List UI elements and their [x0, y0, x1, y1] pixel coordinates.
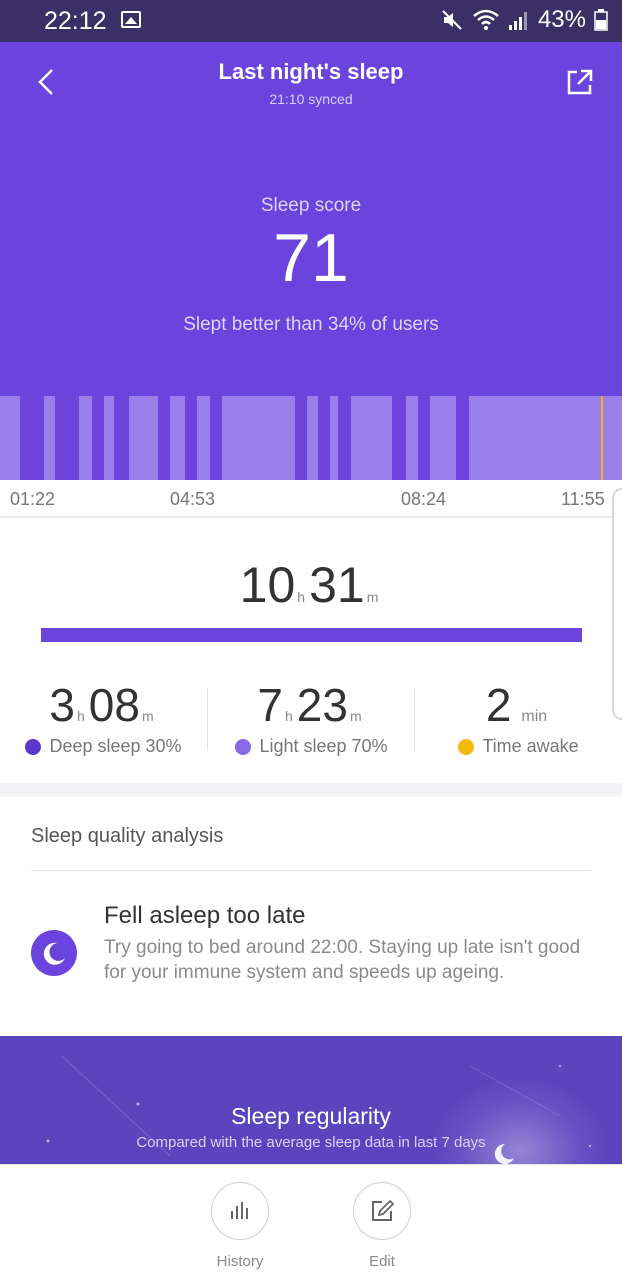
- sleep-score: 71: [273, 220, 349, 296]
- light-sleep-stat: 7 h23 m Light sleep 70%: [208, 678, 415, 757]
- light-sleep-label: Light sleep 70%: [259, 736, 388, 756]
- deep-sleep-segment: [55, 396, 79, 480]
- axis-label: 01:22: [10, 489, 56, 509]
- awake-dot: [458, 738, 475, 755]
- sleep-regularity-banner[interactable]: Sleep regularity Compared with the avera…: [0, 1036, 622, 1166]
- timeline-axis: 01:22 04:53 08:24 11:55: [0, 480, 622, 517]
- deep-sleep-segment: [418, 396, 430, 480]
- minute-unit: m: [366, 589, 379, 605]
- moon-icon: [31, 930, 77, 976]
- total-hours: 10: [239, 557, 296, 613]
- deep-sleep-segment: [392, 396, 406, 480]
- total-sleep-duration: 10 h31 m: [0, 556, 622, 614]
- app-root: 22:12 43% Last night's sleep 21:10 synce…: [0, 0, 622, 1280]
- mute-icon: [442, 10, 462, 30]
- deep-sleep-segment: [114, 396, 129, 480]
- deep-sleep-label: Deep sleep 30%: [49, 736, 182, 756]
- awake-stat: 2 min Time awake: [415, 678, 622, 757]
- awake-value: 2: [485, 679, 512, 731]
- tip-title: Fell asleep too late: [104, 902, 306, 929]
- regularity-subtitle: Compared with the average sleep data in …: [136, 1134, 486, 1151]
- deep-sleep-segment: [295, 396, 307, 480]
- bottom-nav: History Edit: [0, 1164, 622, 1280]
- gallery-notification-icon: [121, 11, 141, 28]
- deep-sleep-segment: [338, 396, 351, 480]
- axis-label: 08:24: [401, 489, 447, 509]
- hour-unit: h: [76, 708, 85, 724]
- status-time: 22:12: [44, 7, 107, 35]
- scroll-indicator[interactable]: [612, 488, 622, 720]
- bar-chart-icon: [231, 1202, 248, 1219]
- sleep-quality-section: Sleep quality analysis Fell asleep too l…: [0, 797, 622, 1036]
- tip-body: Try going to bed around 22:00. Staying u…: [104, 937, 581, 983]
- edit-button[interactable]: Edit: [322, 1182, 442, 1270]
- awake-marker: [601, 396, 603, 480]
- score-label: Sleep score: [260, 195, 362, 216]
- light-minutes: 23: [296, 679, 348, 731]
- light-sleep-dot: [235, 738, 252, 755]
- divider: [31, 870, 591, 871]
- status-bar: 22:12 43%: [0, 0, 622, 42]
- sleep-summary-card: 10 h31 m 3 h08 m Deep sleep 30% 7 h23 m Light …: [0, 518, 622, 783]
- deep-sleep-segment: [20, 396, 44, 480]
- deep-sleep-segment: [92, 396, 104, 480]
- deep-sleep-segment: [456, 396, 469, 480]
- deep-minutes: 08: [88, 679, 140, 731]
- history-button[interactable]: History: [180, 1182, 300, 1270]
- edit-label: Edit: [369, 1253, 395, 1270]
- deep-sleep-segment: [210, 396, 222, 480]
- battery-percent: 43%: [537, 6, 586, 33]
- wifi-icon: [473, 9, 499, 30]
- score-comparison: Slept better than 34% of users: [183, 314, 439, 335]
- sleep-header: Last night's sleep 21:10 synced Sleep sc…: [0, 42, 622, 396]
- deep-sleep-segment: [158, 396, 170, 480]
- awake-unit: min: [521, 708, 548, 725]
- axis-label: 11:55: [561, 489, 605, 509]
- deep-sleep-segment: [185, 396, 197, 480]
- light-hours: 7: [257, 679, 283, 731]
- share-icon: [567, 69, 593, 95]
- hour-unit: h: [284, 708, 293, 724]
- regularity-title: Sleep regularity: [231, 1103, 391, 1129]
- sleep-stage-timeline[interactable]: [0, 396, 622, 480]
- minute-unit: m: [349, 708, 362, 724]
- axis-label: 04:53: [170, 489, 216, 509]
- deep-sleep-dot: [25, 738, 42, 755]
- battery-icon: [594, 9, 608, 31]
- deep-sleep-segment: [318, 396, 330, 480]
- total-minutes: 31: [309, 557, 365, 613]
- status-icons: 43%: [440, 6, 608, 34]
- deep-hours: 3: [49, 679, 75, 731]
- total-sleep-bar: [41, 628, 582, 642]
- history-label: History: [216, 1253, 264, 1270]
- share-button[interactable]: [562, 64, 598, 100]
- minute-unit: m: [141, 708, 154, 724]
- hour-unit: h: [297, 589, 306, 605]
- awake-label: Time awake: [482, 736, 579, 756]
- page-title: Last night's sleep: [218, 59, 404, 84]
- section-heading: Sleep quality analysis: [31, 825, 224, 847]
- signal-icon: [508, 12, 527, 30]
- sync-status: 21:10 synced: [269, 91, 353, 107]
- edit-icon: [372, 1199, 395, 1221]
- deep-sleep-stat: 3 h08 m Deep sleep 30%: [0, 678, 207, 757]
